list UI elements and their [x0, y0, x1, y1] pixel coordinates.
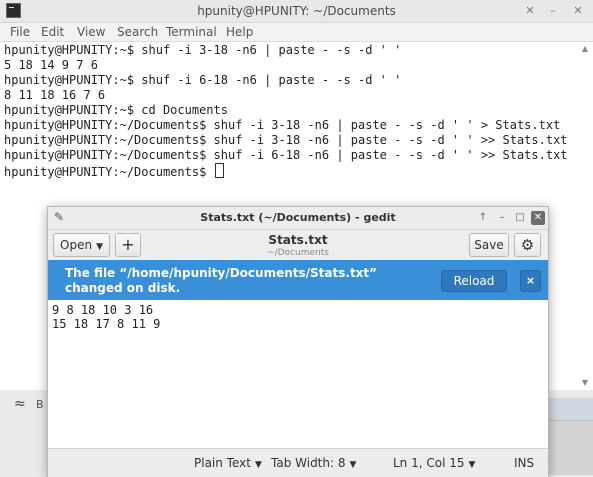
gear-icon[interactable]: ⚙	[514, 233, 541, 257]
menu-view[interactable]: View	[77, 25, 105, 39]
desktop-label: B	[36, 398, 44, 411]
scroll-up-icon[interactable]: ▲	[580, 44, 590, 54]
terminal-line: hpunity@HPUNITY:~$ shuf -i 3-18 -n6 | pa…	[4, 43, 402, 57]
menu-edit[interactable]: Edit	[41, 25, 64, 39]
gedit-statusbar: Plain Text ▼ Tab Width: 8 ▼ Ln 1, Col 15 ▼ …	[48, 448, 548, 477]
terminal-line: 8 11 18 16 7 6	[4, 88, 106, 102]
gedit-minimize-icon[interactable]: –	[495, 211, 509, 225]
terminal-move-icon[interactable]: ✕	[523, 4, 537, 18]
chevron-down-icon: ▼	[468, 460, 476, 470]
gedit-window[interactable]: ✎ Stats.txt (~/Documents) - gedit ↑ – □ …	[47, 206, 549, 477]
file-changed-infobar: The file “/home/hpunity/Documents/Stats.…	[48, 260, 548, 300]
terminal-line: hpunity@HPUNITY:~$ cd Documents	[4, 103, 228, 117]
terminal-titlebar[interactable]: hpunity@HPUNITY: ~/Documents ✕ – ✕	[0, 0, 593, 23]
cursor-position-label: Ln 1, Col 15	[393, 456, 465, 470]
terminal-close-icon[interactable]: ✕	[571, 4, 585, 18]
infobar-message: The file “/home/hpunity/Documents/Stats.…	[65, 266, 378, 295]
gedit-close-icon[interactable]: ✕	[531, 211, 545, 225]
terminal-minimize-icon[interactable]: –	[546, 4, 560, 18]
terminal-title: hpunity@HPUNITY: ~/Documents	[197, 4, 396, 18]
text-line: 9 8 18 10 3 16	[52, 303, 154, 317]
terminal-line: hpunity@HPUNITY:~/Documents$ shuf -i 3-1…	[4, 118, 561, 132]
cursor-position-selector[interactable]: Ln 1, Col 15 ▼	[393, 456, 475, 470]
terminal-line: hpunity@HPUNITY:~/Documents$ shuf -i 6-1…	[4, 148, 568, 162]
terminal-prompt-line: hpunity@HPUNITY:~/Documents$	[4, 163, 224, 179]
menu-search[interactable]: Search	[117, 25, 158, 39]
scroll-down-icon[interactable]: ▼	[580, 378, 590, 388]
terminal-line: hpunity@HPUNITY:~$ shuf -i 6-18 -n6 | pa…	[4, 73, 402, 87]
language-selector[interactable]: Plain Text ▼	[194, 456, 262, 470]
wifi-icon: ≈	[14, 396, 26, 412]
terminal-line: 5 18 14 9 7 6	[4, 58, 98, 72]
language-label: Plain Text	[194, 456, 251, 470]
menu-help[interactable]: Help	[226, 25, 253, 39]
infobar-close-icon[interactable]: ×	[520, 270, 541, 292]
terminal-line: hpunity@HPUNITY:~/Documents$ shuf -i 3-1…	[4, 133, 568, 147]
gedit-maximize-icon[interactable]: □	[513, 211, 527, 225]
menu-file[interactable]: File	[10, 25, 30, 39]
gedit-titlebar[interactable]: ✎ Stats.txt (~/Documents) - gedit ↑ – □ …	[48, 207, 548, 230]
gedit-pin-icon[interactable]: ↑	[476, 211, 490, 225]
terminal-prompt: hpunity@HPUNITY:~/Documents$	[4, 165, 214, 179]
gedit-title: Stats.txt (~/Documents) - gedit	[200, 211, 396, 224]
reload-button[interactable]: Reload	[441, 270, 507, 292]
background-window-titlebar	[548, 398, 593, 421]
chevron-down-icon: ▼	[349, 460, 357, 470]
save-button[interactable]: Save	[469, 233, 509, 257]
terminal-cursor	[214, 163, 224, 178]
menu-terminal[interactable]: Terminal	[166, 25, 217, 39]
chevron-down-icon: ▼	[254, 460, 262, 470]
text-editor-area[interactable]: 9 8 18 10 3 16 15 18 17 8 11 9	[48, 301, 548, 448]
terminal-scrollbar[interactable]: ▲ ▼	[580, 44, 590, 388]
insert-mode-indicator: INS	[514, 456, 535, 470]
text-line: 15 18 17 8 11 9	[52, 317, 161, 331]
tab-width-selector[interactable]: Tab Width: 8 ▼	[271, 456, 356, 470]
terminal-menubar: File Edit View Search Terminal Help	[0, 23, 593, 42]
tab-width-label: Tab Width: 8	[271, 456, 346, 470]
